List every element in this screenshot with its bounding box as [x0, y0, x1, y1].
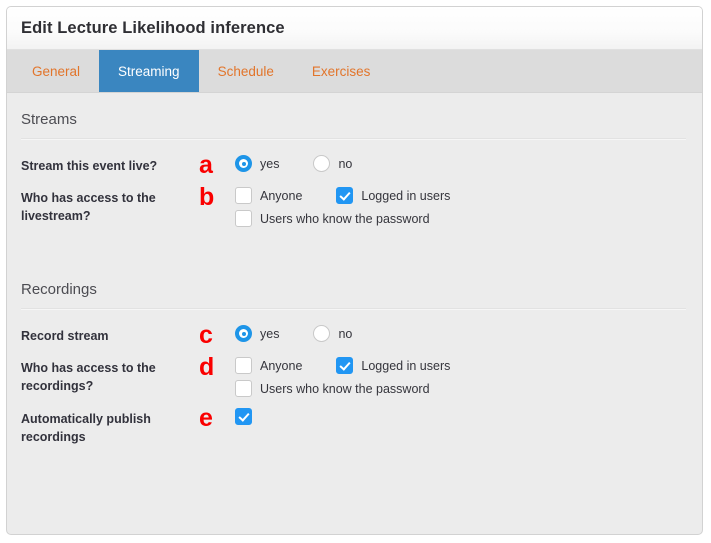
field-label: Who has access to the livestream? [21, 186, 197, 225]
checkbox-option-users-who-know-the-password[interactable]: Users who know the password [235, 380, 430, 397]
form-rows: Record streamc yes no Who has access to the… [7, 310, 702, 446]
form-row: Automatically publish recordingse [7, 407, 702, 446]
form-row: Stream this event live?a yes no [7, 154, 702, 182]
option-label: yes [260, 157, 279, 171]
field-label: Stream this event live? [21, 154, 197, 175]
checkbox-option-anyone[interactable]: Anyone [235, 357, 302, 374]
control-line: yes no [235, 155, 702, 172]
checkbox-option-logged-in-users[interactable]: Logged in users [336, 357, 450, 374]
option-label: Anyone [260, 189, 302, 203]
checkbox-icon[interactable] [235, 210, 252, 227]
tab-general[interactable]: General [13, 50, 99, 92]
option-label: no [338, 157, 352, 171]
radio-option-no[interactable]: no [313, 155, 352, 172]
edit-lecture-panel: Edit Lecture Likelihood inference Genera… [6, 6, 703, 535]
field-controls: yes no [235, 154, 702, 172]
form-rows: Stream this event live?a yes no Who has acc… [7, 140, 702, 227]
panel-header: Edit Lecture Likelihood inference [7, 7, 702, 50]
checkbox-icon[interactable] [235, 187, 252, 204]
option-label: Anyone [260, 359, 302, 373]
form-row: Who has access to the recordings?dAnyone… [7, 356, 702, 397]
option-label: Users who know the password [260, 212, 430, 226]
checkbox-option-users-who-know-the-password[interactable]: Users who know the password [235, 210, 430, 227]
option-label: Logged in users [361, 359, 450, 373]
radio-icon[interactable] [235, 155, 252, 172]
field-controls: Anyone Logged in users Users who know the … [235, 356, 702, 397]
tab-content-streaming: Streams Stream this event live?a yes no Who … [7, 93, 702, 446]
checkbox-icon[interactable] [235, 380, 252, 397]
checkbox-option-anyone[interactable]: Anyone [235, 187, 302, 204]
tab-schedule[interactable]: Schedule [199, 50, 293, 92]
page-title: Edit Lecture Likelihood inference [21, 19, 285, 38]
annotation-marker-c: c [197, 324, 235, 346]
control-line [235, 408, 702, 425]
checkbox-icon[interactable] [235, 408, 252, 425]
annotation-marker-e: e [197, 407, 235, 429]
field-label: Who has access to the recordings? [21, 356, 197, 395]
field-label: Record stream [21, 324, 197, 345]
control-line: Users who know the password [235, 210, 702, 227]
field-controls [235, 407, 702, 425]
checkbox-option-logged-in-users[interactable]: Logged in users [336, 187, 450, 204]
tab-bar: GeneralStreamingScheduleExercises [7, 50, 702, 93]
section-heading-recordings: Recordings [7, 263, 702, 308]
radio-option-yes[interactable]: yes [235, 155, 279, 172]
control-line: Anyone Logged in users [235, 187, 702, 204]
control-line: yes no [235, 325, 702, 342]
radio-option-yes[interactable]: yes [235, 325, 279, 342]
annotation-marker-d: d [197, 356, 235, 378]
option-label: Logged in users [361, 189, 450, 203]
radio-icon[interactable] [313, 155, 330, 172]
section-spacer [7, 237, 702, 263]
checkbox-icon[interactable] [336, 357, 353, 374]
option-label: Users who know the password [260, 382, 430, 396]
annotation-marker-b: b [197, 186, 235, 208]
tab-streaming[interactable]: Streaming [99, 50, 199, 92]
control-line: Anyone Logged in users [235, 357, 702, 374]
control-line: Users who know the password [235, 380, 702, 397]
radio-icon[interactable] [235, 325, 252, 342]
checkbox-icon[interactable] [336, 187, 353, 204]
section-heading-streams: Streams [7, 93, 702, 138]
tab-exercises[interactable]: Exercises [293, 50, 390, 92]
form-row: Who has access to the livestream?bAnyone… [7, 186, 702, 227]
checkbox-option-toggle[interactable] [235, 408, 252, 425]
radio-option-no[interactable]: no [313, 325, 352, 342]
radio-icon[interactable] [313, 325, 330, 342]
option-label: yes [260, 327, 279, 341]
checkbox-icon[interactable] [235, 357, 252, 374]
annotation-marker-a: a [197, 154, 235, 176]
form-row: Record streamc yes no [7, 324, 702, 352]
field-controls: Anyone Logged in users Users who know the … [235, 186, 702, 227]
field-controls: yes no [235, 324, 702, 342]
field-label: Automatically publish recordings [21, 407, 197, 446]
option-label: no [338, 327, 352, 341]
